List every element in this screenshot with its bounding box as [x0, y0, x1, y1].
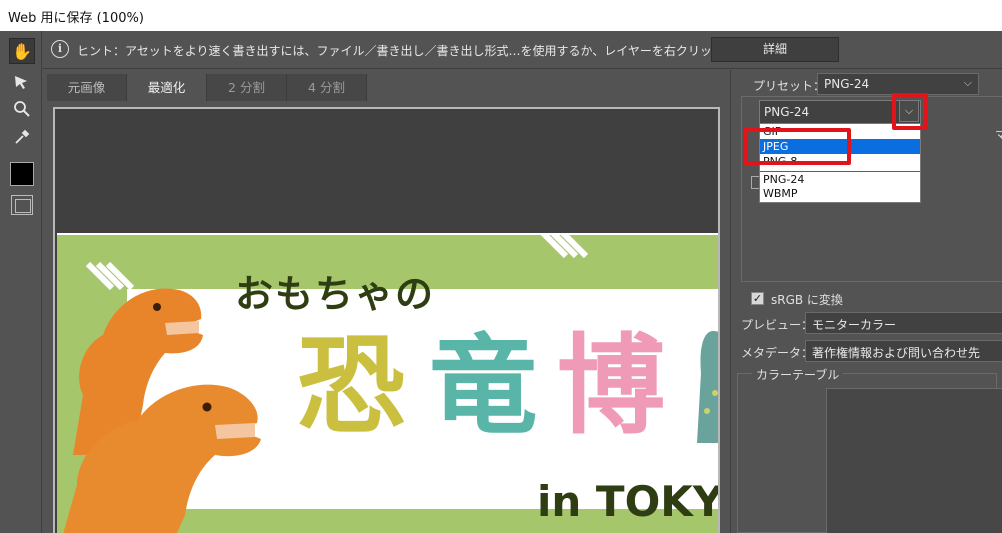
decor-stripes [539, 235, 589, 265]
toy-dinosaur-lower [57, 365, 287, 533]
highlight-box-jpeg [743, 128, 851, 165]
hand-icon[interactable]: ✋ [9, 38, 35, 64]
banner-char-1: 恐 [297, 324, 406, 449]
srgb-checkbox[interactable]: ✓ [751, 292, 764, 305]
view-tabs: 元画像 最適化 2 分割 4 分割 [47, 74, 367, 101]
format-option-wbmp[interactable]: WBMP [760, 186, 920, 201]
eyedropper-icon[interactable] [9, 124, 35, 150]
metadata-select[interactable]: 著作権情報および問い合わせ先 [805, 340, 1002, 362]
tab-2-up[interactable]: 2 分割 [207, 74, 287, 101]
preview-frame[interactable]: おもちゃの 恐 竜 博 in TOKYO [53, 107, 720, 533]
format-option-png24[interactable]: PNG-24 [760, 171, 920, 186]
zoom-icon[interactable] [9, 96, 35, 122]
color-table-label: カラーテーブル [752, 366, 844, 383]
preview-image: おもちゃの 恐 竜 博 in TOKYO [57, 233, 718, 533]
color-table-grid[interactable] [826, 388, 1002, 533]
settings-clipped-text: マ [995, 128, 1002, 142]
banner-char-3: 博 [557, 324, 666, 449]
toggle-slices-icon[interactable] [11, 195, 33, 215]
banner-location: in TOKYO [537, 477, 718, 526]
preview-label: プレビュー： [741, 318, 814, 332]
format-value: PNG-24 [764, 105, 810, 119]
tab-original[interactable]: 元画像 [47, 74, 127, 101]
banner-char-2: 竜 [429, 324, 538, 449]
color-table-group: カラーテーブル [737, 366, 1002, 533]
chevron-down-icon: ⌵ [963, 76, 972, 89]
highlight-box-arrow [892, 93, 928, 130]
banner-title: おもちゃの [235, 272, 436, 316]
tab-4-up[interactable]: 4 分割 [287, 74, 367, 101]
window-title-bar: Web 用に保存 (100%) [0, 0, 1002, 31]
preset-value: PNG-24 [824, 77, 870, 91]
metadata-label: メタデータ： [741, 346, 814, 360]
srgb-label: sRGB に変換 [771, 293, 843, 307]
window-title: Web 用に保存 (100%) [8, 11, 144, 26]
settings-panel: プリセット： PNG-24 ⌵ マ PNG-24 ⌵ GIF JPEG PNG-… [730, 70, 1002, 533]
preview-select[interactable]: モニターカラー [805, 312, 1002, 334]
preview-area: おもちゃの 恐 竜 博 in TOKYO [47, 101, 730, 533]
tool-strip: ✋ [0, 31, 42, 533]
toy-figure-teal [693, 323, 718, 453]
preset-select[interactable]: PNG-24 ⌵ [817, 73, 979, 95]
preset-label: プリセット： [753, 79, 826, 93]
slice-select-icon[interactable] [9, 69, 35, 95]
hint-text: ヒント：アセットをより速く書き出すには、ファイル／書き出し／書き出し形式…を使用… [77, 44, 784, 58]
preview-value: モニターカラー [812, 318, 897, 332]
info-icon: i [51, 40, 69, 58]
tab-optimized[interactable]: 最適化 [127, 74, 207, 101]
eyedropper-color-swatch[interactable] [10, 162, 34, 186]
hint-bar: i ヒント：アセットをより速く書き出すには、ファイル／書き出し／書き出し形式…を… [43, 31, 1002, 69]
detail-button[interactable]: 詳細 [711, 37, 839, 62]
metadata-value: 著作権情報および問い合わせ先 [812, 346, 981, 360]
